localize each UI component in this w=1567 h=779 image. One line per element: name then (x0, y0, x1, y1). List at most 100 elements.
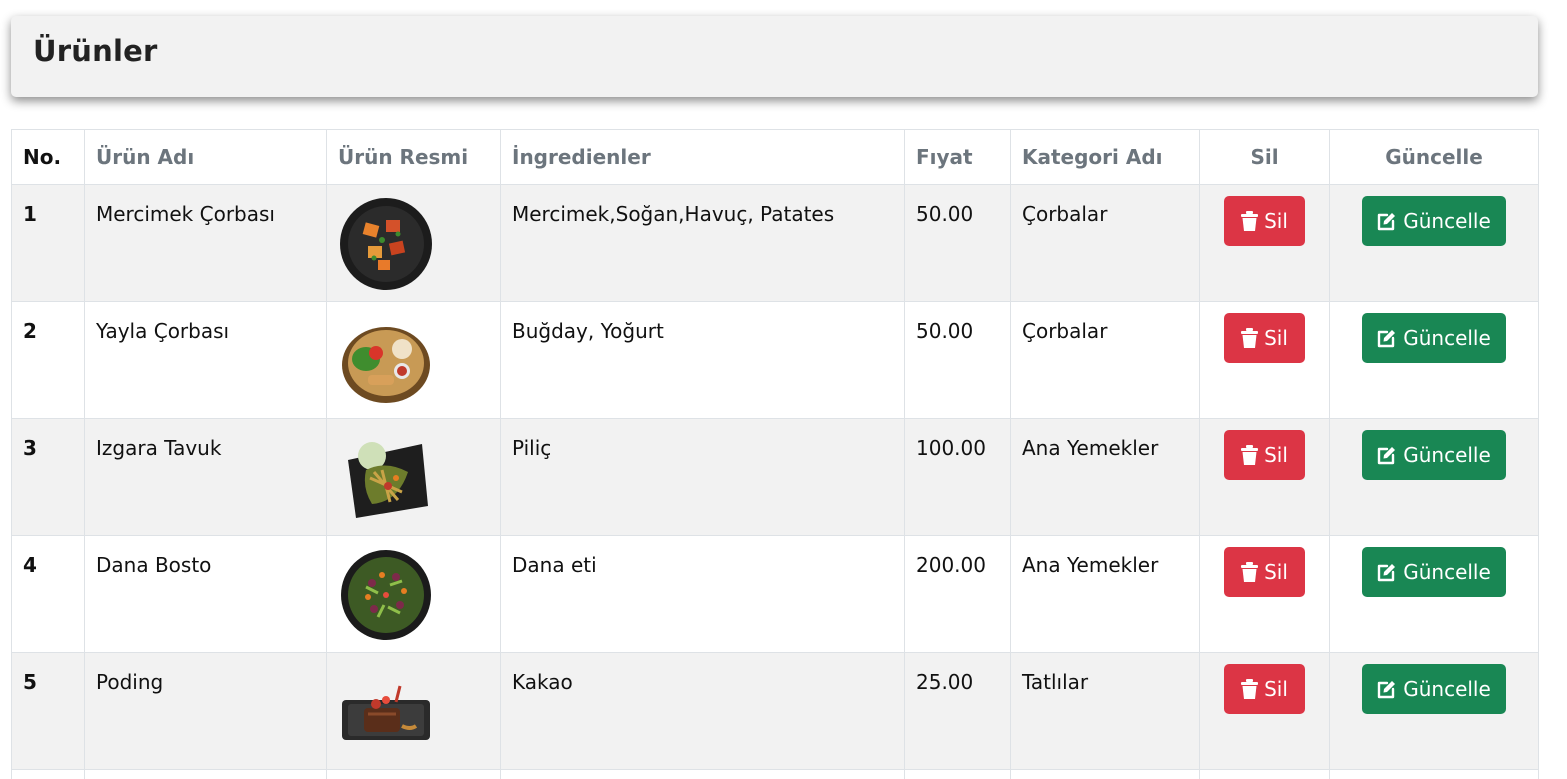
page-title: Ürünler (33, 34, 158, 68)
product-name: Yayla Çorbası (84, 301, 327, 419)
product-price: 50.00 (904, 301, 1011, 419)
product-image-cell (326, 535, 501, 653)
table-row: 2 Yayla Çorbası Buğday, Yoğurt 50.00 Çor… (11, 301, 1539, 419)
delete-button[interactable]: Sil (1224, 196, 1305, 246)
delete-button-label: Sil (1264, 209, 1288, 233)
table-row: 4 Dana Bosto Dana eti 200.00 Ana Yemekle… (11, 535, 1539, 653)
update-cell: Güncelle (1329, 418, 1539, 536)
row-number: 5 (11, 652, 85, 770)
product-price: 200.00 (904, 535, 1011, 653)
product-ingredients: Dana eti (500, 535, 905, 653)
delete-cell: Sil (1199, 418, 1330, 536)
product-category: Ana Yemekler (1010, 418, 1200, 536)
update-cell: Güncelle (1329, 184, 1539, 302)
update-button-label: Güncelle (1403, 677, 1491, 701)
product-name: Dana Bosto (84, 535, 327, 653)
products-page: Ürünler No. Ürün Adı Ürün Resmi İngredie… (0, 0, 1567, 779)
update-button-label: Güncelle (1403, 443, 1491, 467)
row-number: 4 (11, 535, 85, 653)
update-button-label: Güncelle (1403, 209, 1491, 233)
edit-icon (1377, 679, 1397, 699)
empty-cell (1010, 769, 1200, 779)
row-number: 1 (11, 184, 85, 302)
page-header-card: Ürünler (11, 16, 1538, 97)
delete-button-label: Sil (1264, 560, 1288, 584)
empty-cell (1329, 769, 1539, 779)
delete-cell: Sil (1199, 184, 1330, 302)
update-cell: Güncelle (1329, 535, 1539, 653)
product-name: Poding (84, 652, 327, 770)
food-photo-icon (338, 313, 434, 409)
empty-cell (11, 769, 85, 779)
product-price: 100.00 (904, 418, 1011, 536)
edit-icon (1377, 562, 1397, 582)
edit-icon (1377, 445, 1397, 465)
delete-cell: Sil (1199, 301, 1330, 419)
table-row: 3 Izgara Tavuk Piliç 100.00 Ana Yemekler… (11, 418, 1539, 536)
delete-button[interactable]: Sil (1224, 547, 1305, 597)
food-photo-icon (338, 547, 434, 643)
update-button[interactable]: Güncelle (1362, 313, 1506, 363)
product-price: 25.00 (904, 652, 1011, 770)
column-header-delete: Sil (1199, 129, 1330, 185)
table-row: 1 Mercimek Çorbası Mercimek,Soğan,Havuç,… (11, 184, 1539, 302)
food-photo-icon (338, 196, 434, 292)
empty-cell (326, 769, 501, 779)
update-button[interactable]: Güncelle (1362, 547, 1506, 597)
food-photo-icon (338, 430, 434, 526)
trash-icon (1241, 445, 1259, 465)
column-header-image: Ürün Resmi (326, 129, 501, 185)
product-category: Tatlılar (1010, 652, 1200, 770)
table-row: 5 Poding Kakao 25.00 Tatlılar Sil Güncel… (11, 652, 1539, 770)
update-cell: Güncelle (1329, 301, 1539, 419)
product-category: Çorbalar (1010, 301, 1200, 419)
product-image-cell (326, 652, 501, 770)
product-image-cell (326, 184, 501, 302)
table-body: 1 Mercimek Çorbası Mercimek,Soğan,Havuç,… (11, 184, 1539, 779)
product-ingredients: Buğday, Yoğurt (500, 301, 905, 419)
update-button[interactable]: Güncelle (1362, 430, 1506, 480)
delete-button[interactable]: Sil (1224, 313, 1305, 363)
delete-button-label: Sil (1264, 677, 1288, 701)
empty-cell (500, 769, 905, 779)
trash-icon (1241, 562, 1259, 582)
product-ingredients: Kakao (500, 652, 905, 770)
update-button[interactable]: Güncelle (1362, 664, 1506, 714)
products-table: No. Ürün Adı Ürün Resmi İngredienler Fıy… (11, 129, 1539, 779)
product-category: Ana Yemekler (1010, 535, 1200, 653)
update-button[interactable]: Güncelle (1362, 196, 1506, 246)
delete-cell: Sil (1199, 535, 1330, 653)
delete-button[interactable]: Sil (1224, 664, 1305, 714)
trash-icon (1241, 328, 1259, 348)
product-price: 50.00 (904, 184, 1011, 302)
delete-button[interactable]: Sil (1224, 430, 1305, 480)
product-image-cell (326, 418, 501, 536)
update-button-label: Güncelle (1403, 560, 1491, 584)
column-header-price: Fıyat (904, 129, 1011, 185)
product-name: Mercimek Çorbası (84, 184, 327, 302)
empty-cell (904, 769, 1011, 779)
product-name: Izgara Tavuk (84, 418, 327, 536)
edit-icon (1377, 211, 1397, 231)
edit-icon (1377, 328, 1397, 348)
product-ingredients: Mercimek,Soğan,Havuç, Patates (500, 184, 905, 302)
column-header-no: No. (11, 129, 85, 185)
update-cell: Güncelle (1329, 652, 1539, 770)
table-row-partial (11, 769, 1539, 779)
column-header-update: Güncelle (1329, 129, 1539, 185)
row-number: 3 (11, 418, 85, 536)
delete-button-label: Sil (1264, 443, 1288, 467)
delete-button-label: Sil (1264, 326, 1288, 350)
trash-icon (1241, 211, 1259, 231)
table-header-row: No. Ürün Adı Ürün Resmi İngredienler Fıy… (11, 129, 1539, 185)
column-header-name: Ürün Adı (84, 129, 327, 185)
update-button-label: Güncelle (1403, 326, 1491, 350)
column-header-category: Kategori Adı (1010, 129, 1200, 185)
product-image-cell (326, 301, 501, 419)
product-category: Çorbalar (1010, 184, 1200, 302)
empty-cell (84, 769, 327, 779)
product-ingredients: Piliç (500, 418, 905, 536)
food-photo-icon (338, 664, 434, 760)
delete-cell: Sil (1199, 652, 1330, 770)
empty-cell (1199, 769, 1330, 779)
